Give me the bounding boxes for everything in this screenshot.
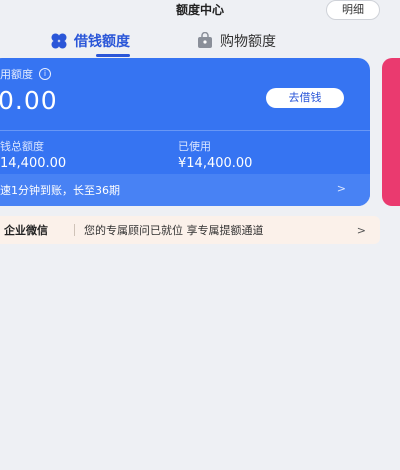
wecom-advisor-bar[interactable]: 企业微信 您的专属顾问已就位 享专属提额通道 >: [0, 216, 380, 244]
available-amount: 0.00: [0, 86, 58, 115]
used-quota-value: ¥14,400.00: [178, 156, 253, 171]
tab-label: 购物额度: [220, 34, 276, 50]
total-quota-value: 14,400.00: [0, 156, 67, 171]
wecom-label: 企业微信: [4, 224, 48, 237]
divider: [0, 130, 370, 131]
shopping-bag-icon: [196, 31, 214, 50]
chevron-right-icon: >: [336, 182, 346, 195]
tab-shopping-quota[interactable]: 购物额度: [196, 30, 276, 52]
total-quota: 钱总额度 14,400.00: [0, 138, 66, 171]
available-quota-label: 用额度 i: [0, 66, 51, 82]
used-quota-label: 已使用: [178, 140, 211, 153]
next-card-peek[interactable]: [382, 58, 400, 206]
chevron-right-icon: >: [356, 223, 366, 237]
available-label-text: 用额度: [0, 68, 33, 81]
credit-card: 用额度 i 0.00 去借钱 钱总额度 14,400.00 已使用 ¥14,40…: [0, 58, 370, 206]
wecom-message: 您的专属顾问已就位 享专属提额通道: [84, 224, 264, 237]
quota-tabs: 借钱额度 购物额度: [0, 26, 400, 57]
tab-borrow-quota[interactable]: 借钱额度: [50, 30, 130, 52]
tab-label: 借钱额度: [74, 34, 130, 50]
detail-button[interactable]: 明细: [326, 0, 380, 20]
header: 额度中心 明细: [0, 0, 400, 22]
credit-card-summary: 用额度 i 0.00 去借钱 钱总额度 14,400.00 已使用 ¥14,40…: [0, 58, 370, 171]
borrow-button[interactable]: 去借钱: [266, 88, 344, 108]
active-tab-indicator: [96, 54, 130, 57]
promo-row[interactable]: 速1分钟到账，长至36期 >: [0, 174, 370, 206]
info-icon[interactable]: i: [39, 68, 51, 80]
used-quota: 已使用 ¥14,400.00: [178, 138, 252, 171]
promo-text: 速1分钟到账，长至36期: [0, 184, 120, 197]
total-quota-label: 钱总额度: [0, 140, 44, 153]
separator: [74, 224, 75, 236]
four-leaf-icon: [50, 32, 68, 50]
